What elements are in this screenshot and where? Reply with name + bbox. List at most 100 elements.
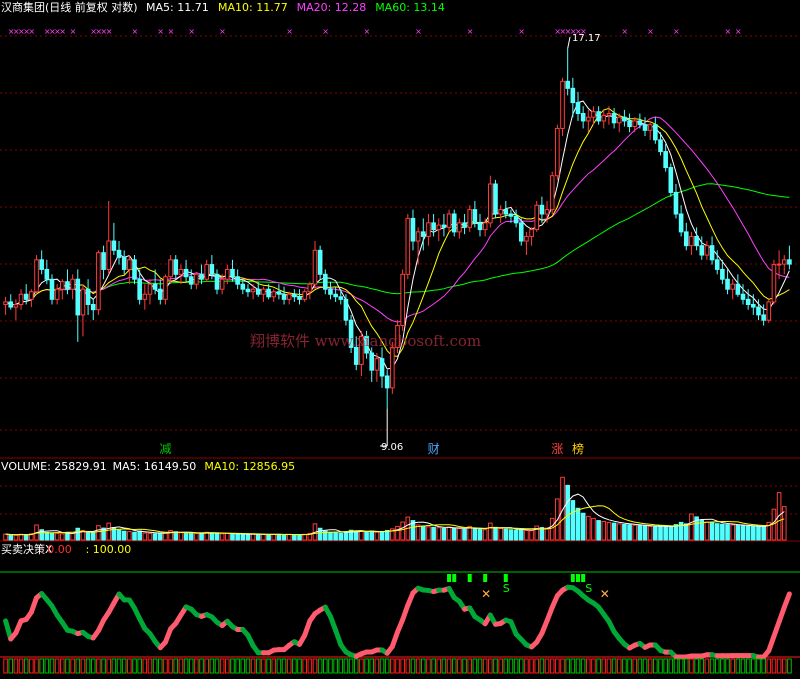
indicator-tick bbox=[694, 658, 699, 674]
volume-bar bbox=[508, 529, 514, 541]
volume-bar bbox=[720, 523, 725, 541]
indicator-tick bbox=[761, 658, 766, 674]
indicator-tick bbox=[477, 658, 483, 674]
candle-body bbox=[235, 276, 240, 285]
signal-marker: × bbox=[59, 27, 66, 36]
candle-body bbox=[441, 224, 447, 228]
candle-body bbox=[689, 235, 694, 247]
volume-bar bbox=[240, 533, 246, 541]
candle-body bbox=[498, 209, 503, 215]
candle-body bbox=[116, 249, 122, 258]
volume-bar bbox=[199, 532, 204, 541]
volume-bar bbox=[225, 532, 230, 541]
volume-bar bbox=[400, 521, 405, 541]
indicator-tick bbox=[503, 658, 509, 674]
indicator-tick bbox=[106, 658, 112, 674]
volume-bar bbox=[714, 523, 720, 541]
candle-body bbox=[555, 127, 560, 177]
candle-body bbox=[39, 259, 44, 270]
candle-body bbox=[85, 288, 91, 305]
volume-bar bbox=[740, 525, 746, 541]
indicator-tick bbox=[209, 658, 215, 674]
candle-body bbox=[384, 375, 390, 389]
volume-bar bbox=[173, 531, 179, 541]
candle-body bbox=[312, 249, 318, 285]
indicator-tick bbox=[240, 658, 246, 674]
signal-marker: × bbox=[106, 27, 113, 36]
indicator-tick bbox=[488, 658, 493, 674]
candle-body bbox=[415, 231, 421, 242]
candle-body bbox=[451, 213, 457, 233]
candle-body bbox=[683, 231, 689, 247]
indicator-tick bbox=[658, 658, 663, 674]
candle-body bbox=[405, 217, 411, 275]
volume-bar bbox=[658, 525, 663, 541]
volume-bar bbox=[477, 529, 483, 541]
volume-bar bbox=[23, 534, 29, 541]
volume-bar bbox=[524, 529, 529, 541]
indicator-tick bbox=[555, 658, 560, 674]
indicator-tick bbox=[54, 658, 60, 674]
indicator-tick bbox=[771, 658, 777, 674]
volume-bar bbox=[426, 526, 431, 541]
candle-body bbox=[709, 245, 715, 261]
candle-body bbox=[606, 113, 612, 116]
indicator-tick bbox=[467, 658, 473, 674]
stock-chart[interactable]: ××××× ×××× × ×××× × × × × × × × × × × × ×××××× × × × × × 减财涨… bbox=[0, 0, 800, 679]
volume-bar bbox=[585, 515, 591, 541]
legend-item: MA20: 12.28 bbox=[297, 1, 367, 14]
candle-body bbox=[183, 268, 189, 278]
high-pointer bbox=[567, 36, 571, 49]
volume-bar bbox=[637, 525, 643, 541]
signal-marker: × bbox=[415, 27, 422, 36]
candle-body bbox=[751, 303, 756, 308]
volume-bar bbox=[297, 534, 302, 541]
indicator-tick bbox=[534, 658, 540, 674]
indicator-tick bbox=[637, 658, 643, 674]
x-signal: ✕ bbox=[481, 587, 491, 601]
volume-bar bbox=[183, 532, 189, 541]
ma20-line bbox=[5, 116, 790, 323]
candle-body bbox=[96, 252, 101, 311]
indicator-tick bbox=[420, 658, 426, 674]
candle-body bbox=[271, 291, 277, 298]
candle-body bbox=[194, 273, 199, 285]
indicator-tick bbox=[49, 658, 55, 674]
candle-body bbox=[204, 264, 210, 280]
candle-body bbox=[503, 209, 509, 215]
candle-body bbox=[477, 222, 483, 231]
indicator-tick bbox=[585, 658, 591, 674]
volume-bar bbox=[70, 533, 75, 541]
price-annotations: 减 财 涨榜 bbox=[159, 36, 584, 456]
indicator-tick bbox=[683, 658, 689, 674]
indicator-tick bbox=[606, 658, 612, 674]
volume-bar bbox=[642, 525, 648, 541]
candles bbox=[3, 48, 792, 409]
volume-bar bbox=[364, 531, 369, 541]
indicator-tick bbox=[214, 658, 220, 674]
indicator-tick bbox=[18, 658, 24, 674]
signal-marker: × bbox=[322, 27, 329, 36]
candle-body bbox=[632, 120, 638, 128]
signal-marker: × bbox=[621, 27, 628, 36]
volume-bar bbox=[591, 517, 596, 541]
indicator-tick bbox=[188, 658, 194, 674]
candle-body bbox=[457, 222, 462, 233]
candle-body bbox=[214, 273, 220, 290]
indicator-tick bbox=[787, 658, 792, 674]
candle-body bbox=[49, 278, 55, 300]
volume-bar bbox=[379, 531, 385, 541]
candle-body bbox=[328, 288, 333, 295]
volume-bar bbox=[730, 524, 736, 541]
volume-bar bbox=[261, 534, 266, 541]
candle-body bbox=[23, 293, 29, 300]
legend-item: : 0.00 bbox=[40, 543, 72, 556]
volume-bar bbox=[606, 521, 612, 541]
indicator-tick bbox=[178, 658, 184, 674]
volume-bar bbox=[570, 500, 576, 541]
signal-marker: × bbox=[518, 27, 525, 36]
indicator-tick bbox=[622, 658, 627, 674]
candle-body bbox=[250, 288, 256, 293]
candle-body bbox=[178, 268, 184, 275]
indicator-tick bbox=[44, 658, 50, 674]
